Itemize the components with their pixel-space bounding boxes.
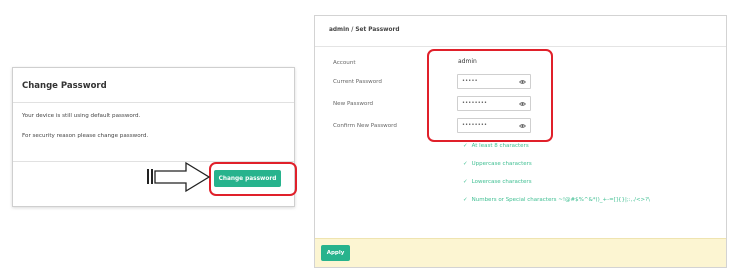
check-icon: ✓ — [463, 179, 468, 185]
password-rule-lowercase: ✓ Lowercase characters — [463, 179, 532, 185]
rule-text: Lowercase characters — [471, 179, 532, 185]
panel-footer: Apply — [315, 238, 726, 267]
dialog-message-security: For security reason please change passwo… — [22, 132, 149, 139]
dialog-message-default-password: Your device is still using default passw… — [22, 113, 141, 119]
arrow-right-icon — [147, 161, 211, 193]
check-icon: ✓ — [463, 143, 468, 149]
fields-highlight-box — [427, 49, 553, 142]
confirm-password-label: Confirm New Password — [333, 123, 397, 129]
new-password-label: New Password — [333, 101, 374, 107]
password-rule-numbers-special: ✓ Numbers or Special characters ~!@#$%^&*… — [463, 197, 650, 203]
button-highlight-box — [209, 162, 297, 196]
apply-button[interactable]: Apply — [321, 245, 350, 261]
rule-text: Uppercase characters — [471, 161, 532, 167]
current-password-label: Current Password — [333, 79, 382, 85]
dialog-title: Change Password — [13, 68, 294, 103]
account-label: Account — [333, 60, 356, 66]
check-icon: ✓ — [463, 161, 468, 167]
breadcrumb: admin / Set Password — [315, 16, 726, 47]
rule-text: Numbers or Special characters ~!@#$%^&*(… — [471, 197, 650, 203]
password-rule-uppercase: ✓ Uppercase characters — [463, 161, 532, 167]
rule-text: At least 8 characters — [471, 143, 529, 149]
check-icon: ✓ — [463, 197, 468, 203]
password-rule-length: ✓ At least 8 characters — [463, 143, 529, 149]
dialog-body: Your device is still using default passw… — [13, 103, 294, 139]
